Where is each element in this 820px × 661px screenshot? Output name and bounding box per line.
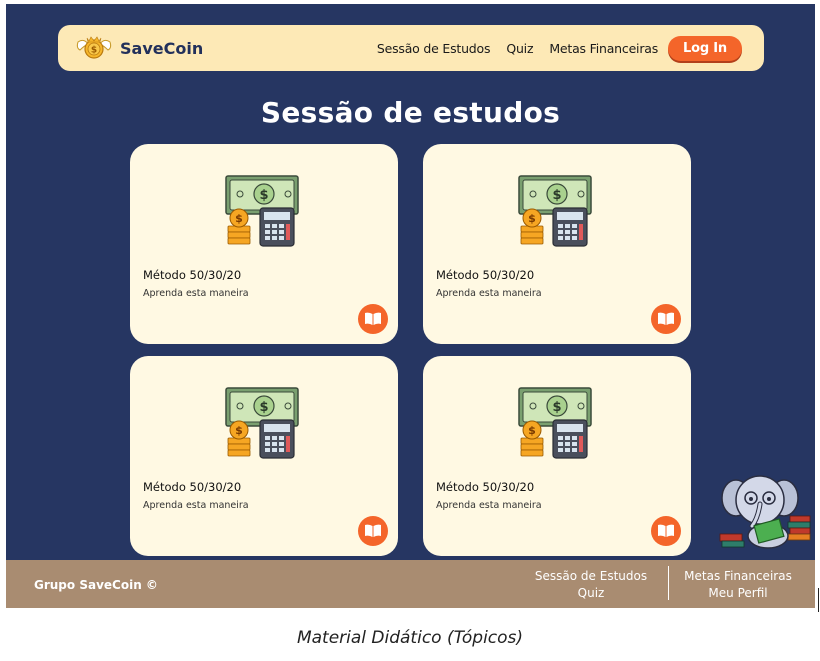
svg-text:$: $ [235,424,243,437]
study-card[interactable]: $ $ Método 50/30/20 Aprenda esta maneira [423,356,691,556]
card-subtitle: Aprenda esta maneira [436,500,542,511]
card-subtitle: Aprenda esta maneira [143,500,249,511]
svg-text:$: $ [235,212,243,225]
footer-brand: Grupo SaveCoin © [34,578,158,592]
figure-caption: Material Didático (Tópicos) [296,628,524,648]
navbar: $ SaveCoin Sessão de Estudos Quiz Metas … [58,25,764,71]
book-icon [365,524,381,537]
card-subtitle: Aprenda esta maneira [436,288,542,299]
nav-link-metas-financeiras[interactable]: Metas Financeiras [549,41,658,56]
card-title: Método 50/30/20 [143,268,242,282]
winged-coin-logo-icon: $ [76,36,112,59]
book-icon [658,524,674,537]
footer-links-col-1: Sessão de Estudos Quiz [526,568,656,602]
nav-link-sessao-estudos[interactable]: Sessão de Estudos [377,41,491,56]
book-icon [658,312,674,325]
nav-link-quiz[interactable]: Quiz [506,41,533,56]
study-card[interactable]: $ $ Método 50/30/20 Aprenda esta maneira [130,356,398,556]
footer-link-metas-financeiras[interactable]: Metas Financeiras [674,568,802,585]
svg-text:$: $ [91,46,97,56]
open-book-button[interactable] [651,516,681,546]
footer-link-quiz[interactable]: Quiz [526,585,656,602]
card-title: Método 50/30/20 [436,268,535,282]
open-book-button[interactable] [358,304,388,334]
open-book-button[interactable] [358,516,388,546]
money-calculator-icon: $ $ [225,387,299,459]
footer-links-col-2: Metas Financeiras Meu Perfil [674,568,802,602]
elephant-mascot-icon [719,475,811,549]
card-title: Método 50/30/20 [436,480,535,494]
login-button[interactable]: Log In [668,35,742,61]
app-frame: $ SaveCoin Sessão de Estudos Quiz Metas … [6,4,815,608]
svg-text:$: $ [528,212,536,225]
money-calculator-icon: $ $ [225,175,299,247]
logo[interactable]: $ SaveCoin [74,34,203,62]
page-title: Sessão de estudos [260,96,561,129]
money-calculator-icon: $ $ [518,175,592,247]
svg-text:$: $ [259,400,268,415]
footer-link-meu-perfil[interactable]: Meu Perfil [674,585,802,602]
footer-divider [668,566,669,600]
footer-link-sessao-estudos[interactable]: Sessão de Estudos [526,568,656,585]
edge-divider [818,588,819,612]
study-card[interactable]: $ $ Método 50/30/20 Aprenda esta maneira [423,144,691,344]
svg-text:$: $ [259,188,268,203]
svg-text:$: $ [528,424,536,437]
app-name: SaveCoin [120,38,204,58]
svg-text:$: $ [552,188,561,203]
study-card[interactable]: $ $ Método 50/30/20 Aprenda esta maneira [130,144,398,344]
footer: Grupo SaveCoin © Sessão de Estudos Quiz … [6,560,815,608]
svg-text:$: $ [552,400,561,415]
card-title: Método 50/30/20 [143,480,242,494]
open-book-button[interactable] [651,304,681,334]
nav-links: Sessão de Estudos Quiz Metas Financeiras… [377,25,742,71]
card-subtitle: Aprenda esta maneira [143,288,249,299]
book-icon [365,312,381,325]
money-calculator-icon: $ $ [518,387,592,459]
